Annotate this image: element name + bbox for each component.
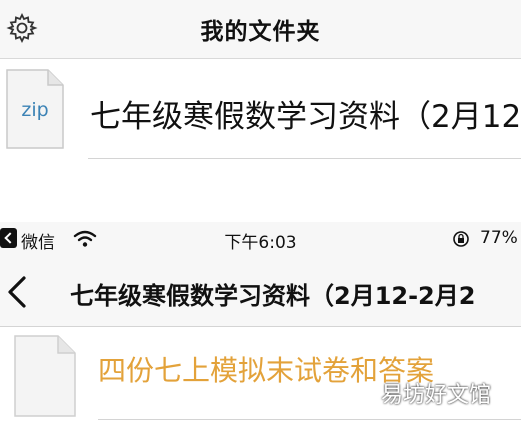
watermark: 易坊好文馆 xyxy=(380,383,491,408)
chevron-left-icon[interactable] xyxy=(4,274,30,310)
divider xyxy=(98,419,521,420)
page-title: 我的文件夹 xyxy=(200,19,321,45)
status-bar: 微信 下午6:03 77% xyxy=(0,222,521,256)
file-type-label: zip xyxy=(21,99,49,121)
spacer xyxy=(0,159,521,221)
battery-percent: 77% xyxy=(480,228,518,248)
nav-title: 七年级寒假数学习资料（2月12-2月2 xyxy=(70,282,476,310)
folder-header: 我的文件夹 xyxy=(0,0,521,59)
screenshot: 我的文件夹 zip 七年级寒假数学习资料（2月12 微信 下午6:03 77% xyxy=(0,0,521,427)
orientation-lock-icon xyxy=(453,231,469,247)
file-list-item[interactable]: zip 七年级寒假数学习资料（2月12 xyxy=(0,59,521,159)
document-icon xyxy=(14,335,76,417)
status-time: 下午6:03 xyxy=(224,233,297,253)
file-name: 七年级寒假数学习资料（2月12 xyxy=(90,99,521,135)
nav-bar: 七年级寒假数学习资料（2月12-2月2 xyxy=(0,256,521,327)
